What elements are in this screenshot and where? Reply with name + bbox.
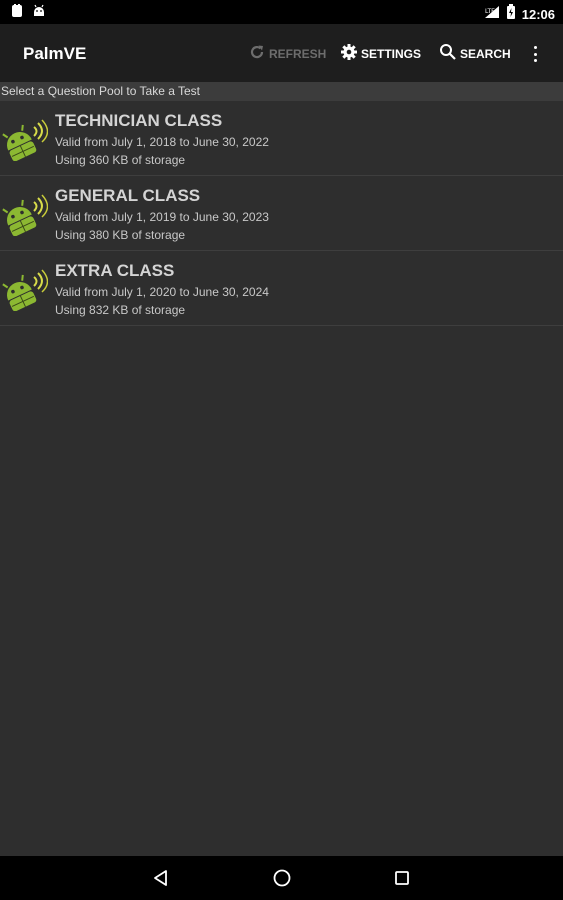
signal-icon: LTE — [484, 5, 500, 24]
navigation-bar — [0, 856, 563, 900]
pool-storage: Using 360 KB of storage — [55, 153, 186, 167]
search-label: SEARCH — [460, 46, 511, 61]
settings-button[interactable]: SETTINGS — [340, 43, 421, 64]
pool-valid-dates: Valid from July 1, 2019 to June 30, 2023 — [55, 210, 269, 224]
section-header: Select a Question Pool to Take a Test — [0, 82, 563, 101]
android-radio-icon — [2, 119, 49, 162]
gear-icon — [340, 43, 358, 64]
pool-title: GENERAL CLASS — [55, 186, 201, 205]
recents-icon[interactable] — [391, 867, 413, 889]
android-radio-icon — [2, 269, 49, 312]
search-button[interactable]: SEARCH — [439, 43, 511, 64]
search-icon — [439, 43, 457, 64]
pool-storage: Using 832 KB of storage — [55, 303, 186, 317]
pool-item-general[interactable]: GENERAL CLASS Valid from July 1, 2019 to… — [0, 176, 563, 251]
refresh-label: REFRESH — [269, 46, 327, 61]
refresh-icon — [248, 43, 266, 64]
content-area: Select a Question Pool to Take a Test TE… — [0, 82, 563, 856]
status-time: 12:06 — [521, 6, 555, 22]
pool-item-extra[interactable]: EXTRA CLASS Valid from July 1, 2020 to J… — [0, 251, 563, 326]
status-right-icons: LTE 12:06 — [484, 4, 555, 24]
pool-item-technician[interactable]: TECHNICIAN CLASS Valid from July 1, 2018… — [0, 101, 563, 176]
pool-valid-dates: Valid from July 1, 2020 to June 30, 2024 — [55, 285, 269, 299]
pool-storage: Using 380 KB of storage — [55, 228, 186, 242]
refresh-button[interactable]: REFRESH — [248, 43, 326, 64]
pool-valid-dates: Valid from July 1, 2018 to June 30, 2022 — [55, 135, 269, 149]
app-bar: PalmVE REFRESH SETTINGS SEARCH — [0, 24, 563, 82]
home-icon[interactable] — [271, 867, 293, 889]
svg-text:LTE: LTE — [485, 8, 495, 15]
app-title: PalmVE — [23, 44, 87, 63]
settings-label: SETTINGS — [361, 46, 422, 61]
android-icon — [32, 4, 46, 23]
notification-icon — [10, 4, 24, 23]
status-left-icons — [10, 4, 46, 23]
pool-title: TECHNICIAN CLASS — [55, 111, 223, 130]
android-radio-icon — [2, 194, 49, 237]
status-bar: LTE 12:06 — [0, 0, 563, 24]
more-vert-icon[interactable] — [527, 44, 543, 64]
battery-icon — [506, 4, 516, 24]
pool-title: EXTRA CLASS — [55, 261, 175, 280]
back-icon[interactable] — [150, 867, 172, 889]
